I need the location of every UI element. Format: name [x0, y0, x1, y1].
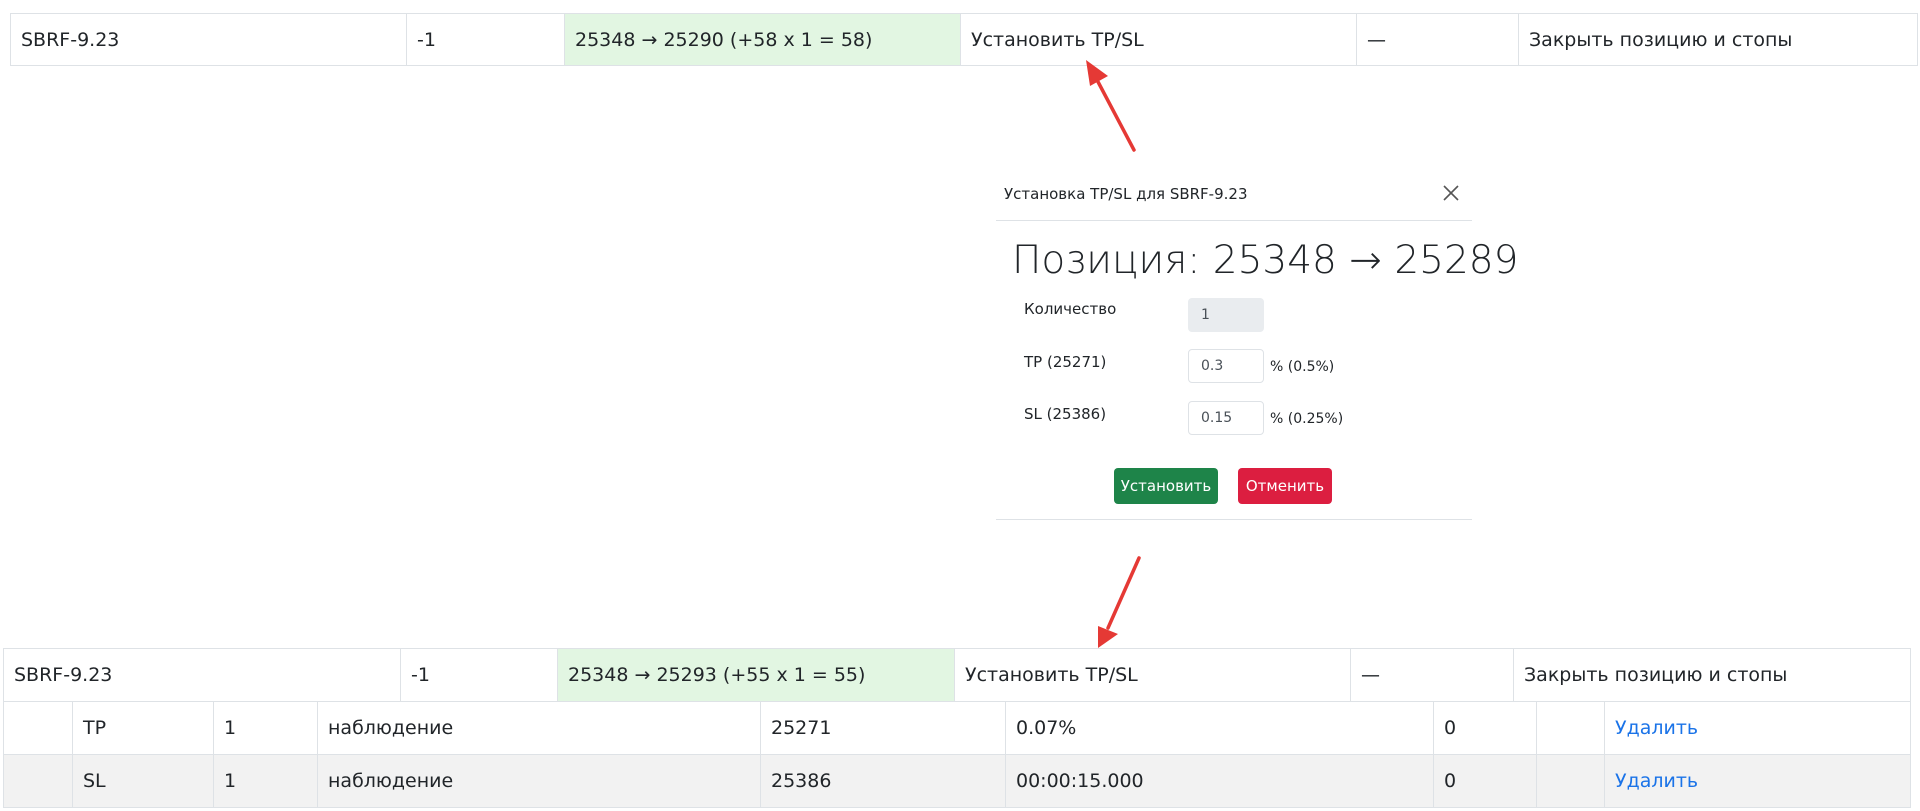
quantity-field [1188, 298, 1264, 332]
pnl-cell: 25348 → 25293 (+55 x 1 = 55) [558, 649, 955, 701]
tp-label: TP (25271) [1024, 353, 1107, 371]
pnl-cell: 25348 → 25290 (+58 x 1 = 58) [565, 14, 961, 65]
close-icon[interactable] [1438, 180, 1464, 206]
tp-percent: % (0.5%) [1270, 359, 1335, 375]
position-row-bottom: SBRF-9.23 -1 25348 → 25293 (+55 x 1 = 55… [3, 648, 1911, 702]
order-qty: 1 [214, 755, 318, 807]
close-position-button[interactable]: Закрыть позицию и стопы [1519, 14, 1917, 65]
delete-order-link[interactable]: Удалить [1605, 702, 1910, 754]
delete-order-link[interactable]: Удалить [1605, 755, 1910, 807]
order-blank [1537, 755, 1605, 807]
dash-cell: — [1351, 649, 1514, 701]
order-qty: 1 [214, 702, 318, 754]
order-row: SL 1 наблюдение 25386 00:00:15.000 0 Уда… [3, 755, 1911, 808]
order-status: наблюдение [318, 702, 761, 754]
symbol-cell: SBRF-9.23 [4, 649, 401, 701]
order-price: 25271 [761, 702, 1006, 754]
order-blank [1537, 702, 1605, 754]
tpsl-modal: Установка TP/SL для SBRF-9.23 Позиция: 2… [996, 166, 1518, 520]
spacer-cell [4, 755, 73, 807]
cancel-button[interactable]: Отменить [1238, 468, 1332, 504]
order-price: 25386 [761, 755, 1006, 807]
order-param: 00:00:15.000 [1006, 755, 1434, 807]
symbol-cell: SBRF-9.23 [11, 14, 407, 65]
qty-cell: -1 [407, 14, 565, 65]
tp-input[interactable] [1188, 349, 1264, 383]
order-filled: 0 [1434, 702, 1537, 754]
order-param: 0.07% [1006, 702, 1434, 754]
modal-heading: Позиция: 25348 → 25289 [1012, 238, 1519, 283]
modal-footer-divider [996, 519, 1472, 520]
spacer-cell [4, 702, 73, 754]
quantity-label: Количество [1024, 300, 1117, 318]
set-tpsl-button[interactable]: Установить TP/SL [961, 14, 1357, 65]
sl-label: SL (25386) [1024, 405, 1107, 423]
qty-cell: -1 [401, 649, 558, 701]
modal-header: Установка TP/SL для SBRF-9.23 [996, 166, 1472, 221]
order-status: наблюдение [318, 755, 761, 807]
modal-title: Установка TP/SL для SBRF-9.23 [1004, 185, 1248, 203]
dash-cell: — [1357, 14, 1519, 65]
order-filled: 0 [1434, 755, 1537, 807]
order-type: TP [73, 702, 214, 754]
confirm-button[interactable]: Установить [1114, 468, 1218, 504]
sl-input[interactable] [1188, 401, 1264, 435]
sl-percent: % (0.25%) [1270, 411, 1344, 427]
close-position-button[interactable]: Закрыть позицию и стопы [1514, 649, 1910, 701]
order-type: SL [73, 755, 214, 807]
set-tpsl-button[interactable]: Установить TP/SL [955, 649, 1351, 701]
order-row: TP 1 наблюдение 25271 0.07% 0 Удалить [3, 702, 1911, 755]
position-row-top: SBRF-9.23 -1 25348 → 25290 (+58 x 1 = 58… [10, 13, 1918, 66]
